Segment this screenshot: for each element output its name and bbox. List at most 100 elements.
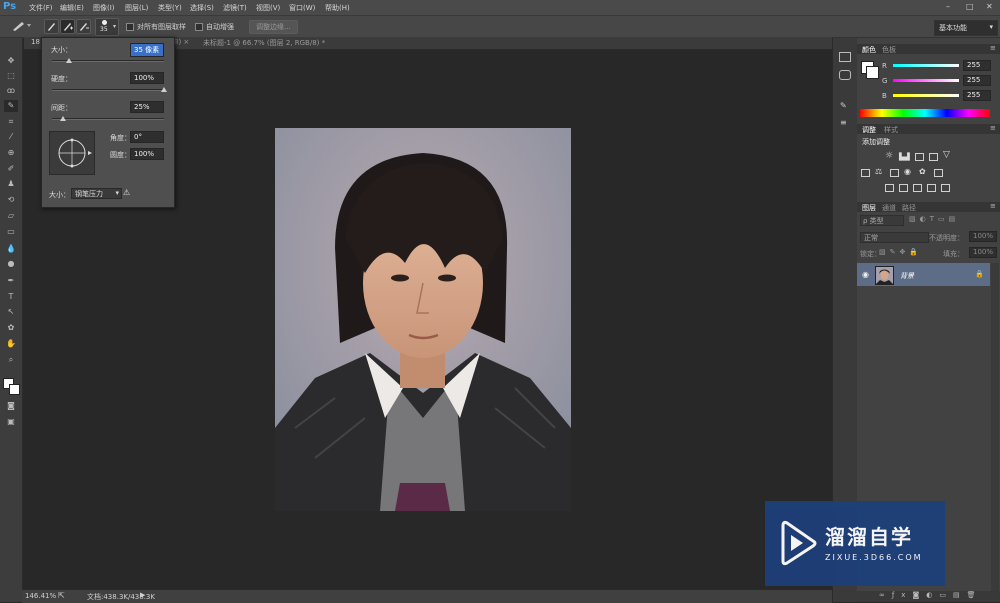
eraser-tool-icon[interactable]: ▱: [4, 210, 18, 222]
zoom-tool-icon[interactable]: ⌕: [4, 354, 18, 366]
menu-window[interactable]: 窗口(W): [289, 3, 315, 13]
photo-filter-icon[interactable]: ◉: [904, 167, 911, 176]
size-control-select[interactable]: 钢笔压力 ▾: [71, 188, 122, 199]
menu-help[interactable]: 帮助(H): [325, 3, 350, 13]
dodge-tool-icon[interactable]: ●: [4, 258, 18, 270]
size-slider-knob[interactable]: [65, 58, 72, 63]
hand-tool-icon[interactable]: ✋: [4, 338, 18, 350]
pen-tool-icon[interactable]: ✒: [4, 275, 18, 287]
screen-mode-icon[interactable]: ▣: [4, 416, 18, 428]
blue-input[interactable]: 255: [963, 90, 991, 101]
tab-swatches[interactable]: 色板: [882, 45, 896, 55]
panel-menu-icon[interactable]: ≡: [990, 44, 996, 52]
maximize-button[interactable]: □: [966, 2, 974, 11]
background-color-swatch[interactable]: [9, 384, 20, 395]
bg-color-chip[interactable]: [866, 66, 879, 79]
hardness-slider-knob[interactable]: [161, 87, 167, 92]
path-select-icon[interactable]: ↖: [4, 306, 18, 318]
green-input[interactable]: 255: [963, 75, 991, 86]
move-tool-icon[interactable]: ✥: [4, 55, 18, 67]
tab-adjustments[interactable]: 调整: [862, 125, 876, 135]
layers-footer-icons[interactable]: ∞ƒx◙◐▭▤🗑: [857, 591, 1000, 602]
close-window-button[interactable]: ✕: [986, 2, 993, 11]
tab-layers[interactable]: 图层: [862, 203, 876, 213]
healing-brush-icon[interactable]: ⊕: [4, 147, 18, 159]
hardness-input[interactable]: 100%: [130, 72, 164, 84]
history-panel-icon[interactable]: [839, 52, 851, 62]
posterize-icon[interactable]: [899, 184, 908, 192]
eyedropper-tool-icon[interactable]: ⁄: [4, 131, 18, 143]
vibrance-icon[interactable]: ▽: [943, 150, 950, 160]
red-slider[interactable]: [893, 64, 959, 67]
layers-scrollbar[interactable]: [991, 263, 999, 591]
color-balance-icon[interactable]: ⚖: [875, 167, 882, 176]
spacing-slider-knob[interactable]: [60, 116, 67, 121]
menu-select[interactable]: 选择(S): [190, 3, 214, 13]
minimize-button[interactable]: –: [946, 2, 950, 11]
export-icon[interactable]: ⇱: [58, 591, 65, 600]
blend-mode-select[interactable]: 正常: [860, 232, 929, 243]
brush-angle-preview[interactable]: [49, 131, 95, 175]
tab-color[interactable]: 颜色: [862, 45, 876, 55]
brush-tool-icon[interactable]: ✐: [4, 163, 18, 175]
subtract-selection-button[interactable]: [76, 19, 91, 34]
layer-filter-select[interactable]: ρ 类型: [860, 215, 904, 226]
blur-tool-icon[interactable]: 💧: [4, 243, 18, 255]
lasso-tool-icon[interactable]: ꝏ: [4, 85, 18, 97]
hue-saturation-icon[interactable]: [861, 169, 870, 177]
blue-slider[interactable]: [893, 94, 959, 97]
shape-tool-icon[interactable]: ✿: [4, 322, 18, 334]
invert-icon[interactable]: [885, 184, 894, 192]
tool-preset-picker[interactable]: [10, 19, 32, 32]
type-tool-icon[interactable]: T: [4, 291, 18, 303]
layer-row-background[interactable]: ◉ 背景 🔒: [857, 263, 990, 286]
green-slider[interactable]: [893, 79, 959, 82]
tool-presets-icon[interactable]: ≡: [840, 118, 847, 127]
document-image[interactable]: [275, 128, 571, 511]
tab-document-untitled[interactable]: 未标题-1 @ 66.7% (图层 2, RGB/8) *: [203, 38, 325, 48]
exposure-icon[interactable]: [929, 153, 938, 161]
zoom-level[interactable]: 146.41%: [25, 592, 56, 600]
menu-type[interactable]: 类型(Y): [158, 3, 182, 13]
menu-edit[interactable]: 编辑(E): [60, 3, 84, 13]
fill-input[interactable]: 100%: [969, 247, 997, 258]
auto-enhance-checkbox[interactable]: [195, 23, 203, 31]
levels-icon[interactable]: ▙▟: [899, 153, 910, 161]
tab-styles[interactable]: 样式: [884, 125, 898, 135]
threshold-icon[interactable]: [913, 184, 922, 192]
size-input[interactable]: 35 像素: [130, 43, 164, 57]
menu-filter[interactable]: 滤镜(T): [223, 3, 247, 13]
channel-mixer-icon[interactable]: ✿: [919, 167, 926, 176]
tab-paths[interactable]: 路径: [902, 203, 916, 213]
marquee-tool-icon[interactable]: ⬚: [4, 70, 18, 82]
tab-document-1-prefix[interactable]: 18: [31, 38, 40, 46]
quick-select-tool-icon[interactable]: ✎: [4, 100, 18, 112]
clone-stamp-icon[interactable]: ♟: [4, 178, 18, 190]
color-lookup-icon[interactable]: [934, 169, 943, 177]
panel-menu-icon[interactable]: ≡: [990, 124, 996, 132]
lock-icons[interactable]: ▨✎✥🔒: [879, 248, 922, 256]
black-white-icon[interactable]: [890, 169, 899, 177]
opacity-input[interactable]: 100%: [969, 231, 997, 242]
panel-menu-icon[interactable]: ≡: [990, 202, 996, 210]
eye-icon[interactable]: ◉: [862, 270, 869, 279]
crop-tool-icon[interactable]: ⌗: [4, 116, 18, 128]
menu-image[interactable]: 图像(I): [93, 3, 115, 13]
tab-document-1-suffix[interactable]: 8) ×: [174, 38, 189, 46]
add-to-selection-button[interactable]: [60, 19, 75, 34]
layer-filter-icons[interactable]: ▨◐T▭▤: [909, 215, 959, 223]
new-selection-button[interactable]: [44, 19, 59, 34]
quick-mask-icon[interactable]: ◙: [4, 400, 18, 412]
brush-picker-button[interactable]: 35 ▾: [95, 18, 119, 36]
workspace-select[interactable]: 基本功能 ▾: [934, 20, 998, 36]
red-input[interactable]: 255: [963, 60, 991, 71]
curves-icon[interactable]: [915, 153, 924, 161]
history-brush-icon[interactable]: ⟲: [4, 194, 18, 206]
gradient-tool-icon[interactable]: ▭: [4, 226, 18, 238]
brush-panel-icon[interactable]: ✎: [840, 101, 847, 110]
tab-channels[interactable]: 通道: [882, 203, 896, 213]
gradient-map-icon[interactable]: [941, 184, 950, 192]
menu-layer[interactable]: 图层(L): [125, 3, 148, 13]
hardness-slider[interactable]: [52, 89, 164, 91]
properties-panel-icon[interactable]: [839, 70, 851, 80]
